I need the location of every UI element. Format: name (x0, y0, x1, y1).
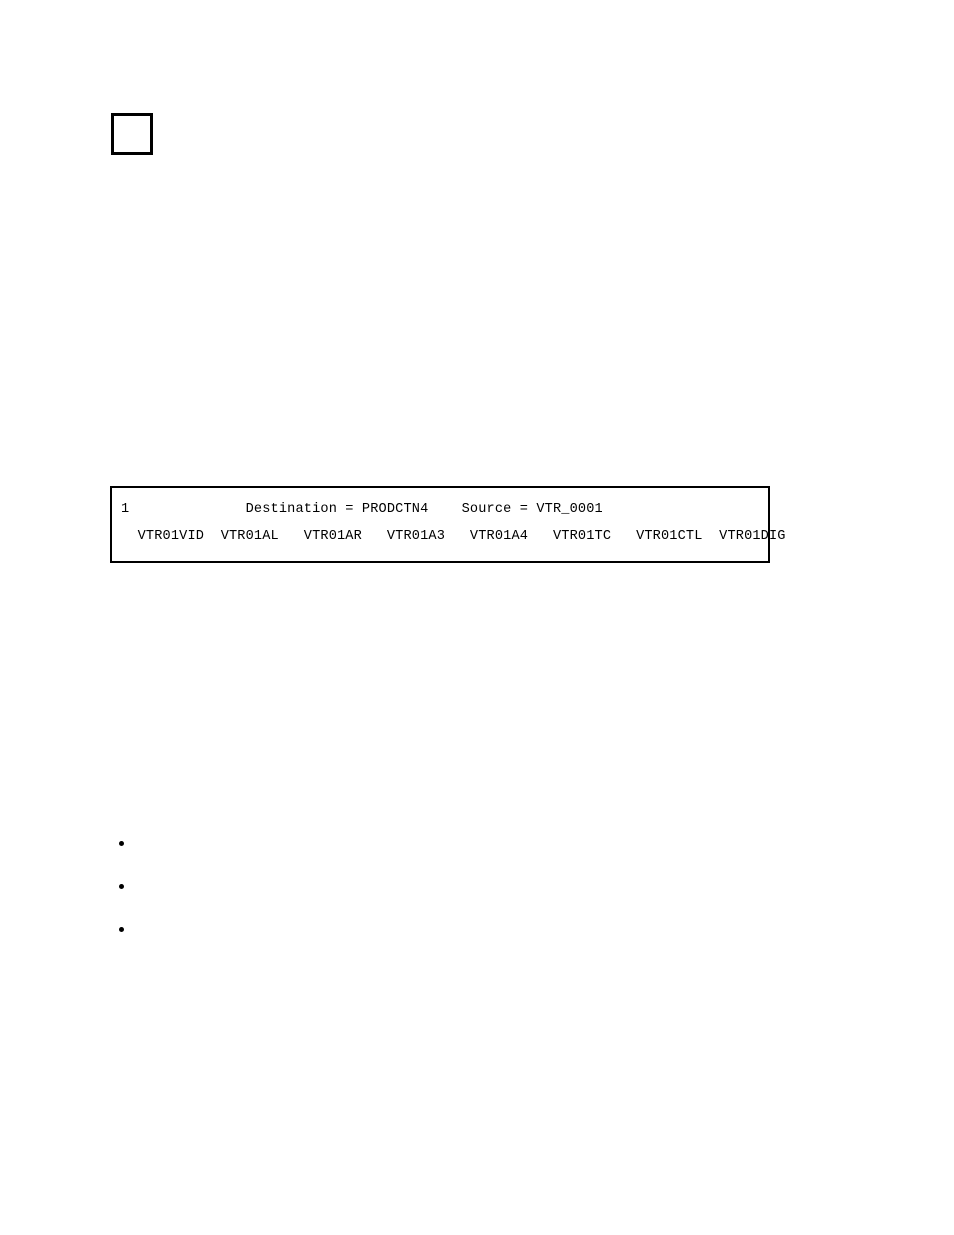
figure-marker-box (111, 113, 153, 155)
list-item (110, 836, 810, 879)
status-panel-header-line: 1 Destination = PRODCTN4 Source = VTR_00… (121, 502, 603, 517)
bullet-icon (119, 884, 124, 889)
list-item (110, 879, 810, 922)
list-item (110, 922, 810, 965)
bullet-icon (119, 927, 124, 932)
bullet-icon (119, 841, 124, 846)
status-panel-destination-row: VTR01VID VTR01AL VTR01AR VTR01A3 VTR01A4… (121, 529, 786, 544)
page-canvas: 1 Destination = PRODCTN4 Source = VTR_00… (0, 0, 954, 1235)
bullet-list (110, 836, 810, 965)
status-panel: 1 Destination = PRODCTN4 Source = VTR_00… (110, 486, 785, 563)
